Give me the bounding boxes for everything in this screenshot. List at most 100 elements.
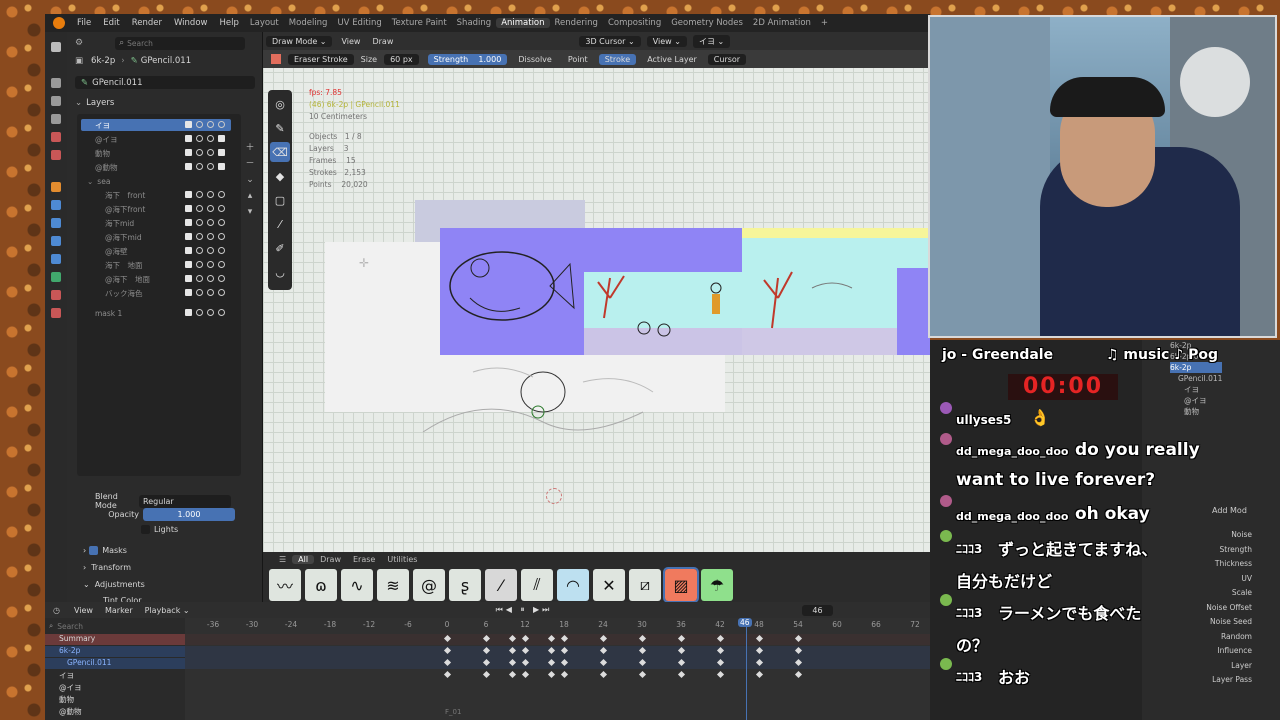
- layer-item[interactable]: バック海色: [81, 287, 231, 299]
- onion-icon[interactable]: [196, 289, 203, 296]
- keyframe-diamond[interactable]: [547, 670, 556, 679]
- channel-object[interactable]: GPencil.011: [45, 658, 185, 669]
- lock-icon[interactable]: [218, 135, 225, 142]
- dissolve-toggle[interactable]: Dissolve: [510, 55, 560, 64]
- lock-icon[interactable]: [218, 289, 225, 296]
- world-icon[interactable]: [51, 150, 61, 160]
- mask-icon[interactable]: [185, 247, 192, 254]
- channel-layer[interactable]: @動物: [45, 706, 185, 717]
- menu-render[interactable]: Render: [126, 18, 168, 28]
- opacity-slider[interactable]: 1.000: [143, 508, 235, 521]
- layers-header[interactable]: Layers: [86, 98, 114, 108]
- layer-item[interactable]: @海下 地面: [81, 273, 231, 285]
- keyframe-diamond[interactable]: [521, 670, 530, 679]
- mask-icon[interactable]: [185, 233, 192, 240]
- adjustments-label[interactable]: Adjustments: [95, 580, 145, 589]
- menu-view[interactable]: View: [335, 37, 366, 46]
- channel-layer[interactable]: イヨ: [45, 670, 185, 681]
- onion-icon[interactable]: [196, 121, 203, 128]
- render-icon[interactable]: [51, 78, 61, 88]
- mode-select[interactable]: Draw Mode ⌄: [266, 35, 333, 47]
- lock-icon[interactable]: [218, 163, 225, 170]
- lock-icon[interactable]: [218, 275, 225, 282]
- tool-name-field[interactable]: Eraser Stroke: [288, 53, 354, 65]
- mask-icon[interactable]: [185, 149, 192, 156]
- lock-icon[interactable]: [218, 149, 225, 156]
- onion-icon[interactable]: [196, 191, 203, 198]
- eye-icon[interactable]: [207, 191, 214, 198]
- strength-field[interactable]: Strength 1.000: [427, 53, 508, 65]
- brush-thumbnail-active[interactable]: ▨: [663, 567, 699, 603]
- onion-icon[interactable]: [196, 163, 203, 170]
- mask-icon[interactable]: [185, 135, 192, 142]
- brush-thumbnail[interactable]: ∿: [341, 569, 373, 601]
- keyframe-diamond[interactable]: [794, 670, 803, 679]
- layer-item[interactable]: @海下mid: [81, 231, 231, 243]
- menu-view[interactable]: View: [68, 606, 99, 615]
- brush-thumbnail[interactable]: ✕: [593, 569, 625, 601]
- tab-compositing[interactable]: Compositing: [603, 18, 666, 28]
- onion-icon[interactable]: [196, 247, 203, 254]
- layer-specials-button[interactable]: ⌄: [243, 172, 257, 188]
- eye-icon[interactable]: [207, 261, 214, 268]
- scene-name[interactable]: 6k-2p: [91, 56, 115, 66]
- eye-icon[interactable]: [207, 275, 214, 282]
- add-workspace-button[interactable]: +: [816, 18, 833, 28]
- chevron-down-icon[interactable]: ⌄: [75, 98, 82, 108]
- brush-thumbnail[interactable]: ≋: [377, 569, 409, 601]
- add-layer-button[interactable]: ＋: [243, 140, 257, 156]
- brush-thumbnail[interactable]: ◠: [557, 569, 589, 601]
- tab-2d-animation[interactable]: 2D Animation: [748, 18, 816, 28]
- chevron-right-icon[interactable]: ›: [83, 546, 86, 555]
- output-icon[interactable]: [51, 96, 61, 106]
- target-select[interactable]: イヨ ⌄: [692, 34, 731, 48]
- eye-icon[interactable]: [207, 233, 214, 240]
- mask-icon[interactable]: [185, 261, 192, 268]
- onion-icon[interactable]: [196, 309, 203, 316]
- channel-layer[interactable]: @イヨ: [45, 682, 185, 693]
- 3d-viewport[interactable]: Draw Mode ⌄ View Draw 3D Cursor ⌄ View ⌄…: [263, 32, 930, 552]
- tab-geometry-nodes[interactable]: Geometry Nodes: [666, 18, 748, 28]
- erase-tool-icon[interactable]: ⌫: [270, 142, 290, 162]
- mask-icon[interactable]: [185, 205, 192, 212]
- move-up-button[interactable]: ▴: [243, 188, 257, 204]
- brush-thumbnail[interactable]: ☂: [701, 569, 733, 601]
- keyframe-diamond[interactable]: [508, 670, 517, 679]
- brush-thumbnail[interactable]: ʂ: [449, 569, 481, 601]
- outliner-item[interactable]: 動物: [1170, 406, 1222, 417]
- select-cursor-icon[interactable]: ◎: [270, 94, 290, 114]
- masks-label[interactable]: Masks: [102, 546, 127, 555]
- orientation-select[interactable]: 3D Cursor ⌄: [579, 35, 641, 47]
- channel-summary[interactable]: Summary: [45, 634, 185, 645]
- draw-tool-icon[interactable]: ✎: [270, 118, 290, 138]
- lights-checkbox[interactable]: [141, 525, 150, 534]
- view-layer-icon[interactable]: [51, 114, 61, 124]
- brush-thumbnail[interactable]: 〰: [269, 569, 301, 601]
- move-down-button[interactable]: ▾: [243, 204, 257, 220]
- editor-type-icon[interactable]: ◷: [45, 606, 68, 615]
- search-input[interactable]: ⌕ Search: [115, 36, 246, 50]
- outliner-item[interactable]: @イヨ: [1170, 395, 1222, 406]
- tab-all[interactable]: All: [292, 554, 315, 564]
- tool-icon[interactable]: [51, 42, 61, 52]
- remove-layer-button[interactable]: －: [243, 156, 257, 172]
- active-layer-toggle[interactable]: Active Layer: [639, 55, 705, 64]
- cursor-select[interactable]: Cursor: [707, 53, 747, 65]
- mask-icon[interactable]: [185, 191, 192, 198]
- keyframe-diamond[interactable]: [599, 670, 608, 679]
- eye-icon[interactable]: [207, 149, 214, 156]
- onion-icon[interactable]: [196, 205, 203, 212]
- layer-item[interactable]: 海下mid: [81, 217, 231, 229]
- scene-icon[interactable]: [51, 132, 61, 142]
- tab-animation[interactable]: Animation: [496, 18, 550, 28]
- editor-type-icon[interactable]: ⚙: [75, 38, 83, 48]
- keyframe-diamond[interactable]: [560, 670, 569, 679]
- lock-icon[interactable]: [218, 309, 225, 316]
- lock-icon[interactable]: [218, 233, 225, 240]
- tab-texture-paint[interactable]: Texture Paint: [387, 18, 452, 28]
- physics-icon[interactable]: [51, 236, 61, 246]
- playback-controls[interactable]: ⏮◀ ⏸ ▶⏭: [496, 605, 553, 615]
- menu-window[interactable]: Window: [168, 18, 214, 28]
- eye-icon[interactable]: [207, 309, 214, 316]
- tint-tool-icon[interactable]: ⁄: [270, 214, 290, 234]
